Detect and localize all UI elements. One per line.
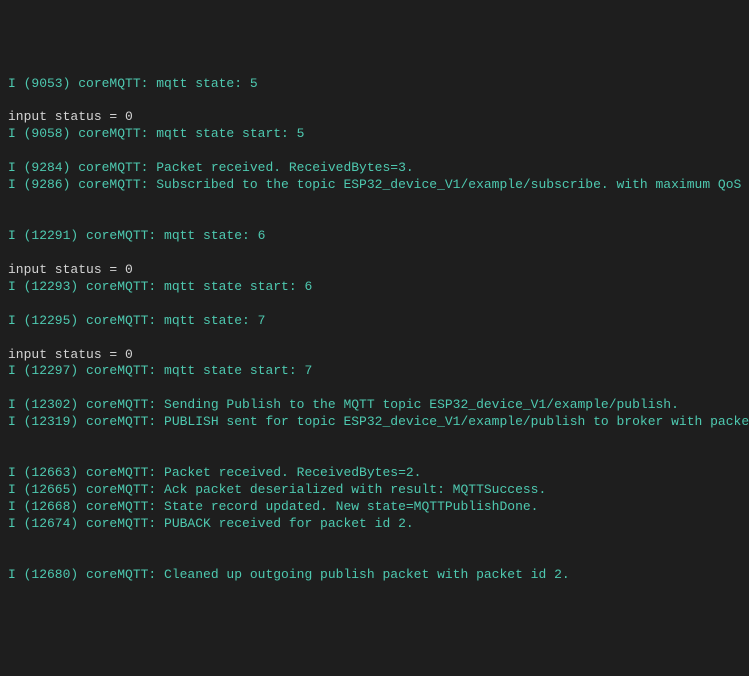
log-line [8,431,741,448]
log-line [8,211,741,228]
log-line: I (9058) coreMQTT: mqtt state start: 5 [8,126,741,143]
log-line: I (9284) coreMQTT: Packet received. Rece… [8,160,741,177]
log-line: I (12297) coreMQTT: mqtt state start: 7 [8,363,741,380]
log-line [8,92,741,109]
log-line: I (9053) coreMQTT: mqtt state: 5 [8,76,741,93]
log-line: input status = 0 [8,262,741,279]
log-line [8,143,741,160]
log-line [8,194,741,211]
log-line [8,448,741,465]
log-line: I (12680) coreMQTT: Cleaned up outgoing … [8,567,741,584]
log-line: I (12665) coreMQTT: Ack packet deseriali… [8,482,741,499]
log-line [8,296,741,313]
log-line [8,380,741,397]
log-line: I (12674) coreMQTT: PUBACK received for … [8,516,741,533]
log-line: input status = 0 [8,347,741,364]
log-line: I (12295) coreMQTT: mqtt state: 7 [8,313,741,330]
log-line: I (12302) coreMQTT: Sending Publish to t… [8,397,741,414]
log-line: input status = 0 [8,109,741,126]
log-line [8,550,741,567]
log-line [8,533,741,550]
log-line: I (12293) coreMQTT: mqtt state start: 6 [8,279,741,296]
log-line [8,330,741,347]
log-line: I (12291) coreMQTT: mqtt state: 6 [8,228,741,245]
log-line [8,245,741,262]
log-line: I (9286) coreMQTT: Subscribed to the top… [8,177,741,194]
log-line: I (12668) coreMQTT: State record updated… [8,499,741,516]
log-line: I (12319) coreMQTT: PUBLISH sent for top… [8,414,741,431]
log-line: I (12663) coreMQTT: Packet received. Rec… [8,465,741,482]
terminal-output: I (9053) coreMQTT: mqtt state: 5 input st… [8,76,741,584]
